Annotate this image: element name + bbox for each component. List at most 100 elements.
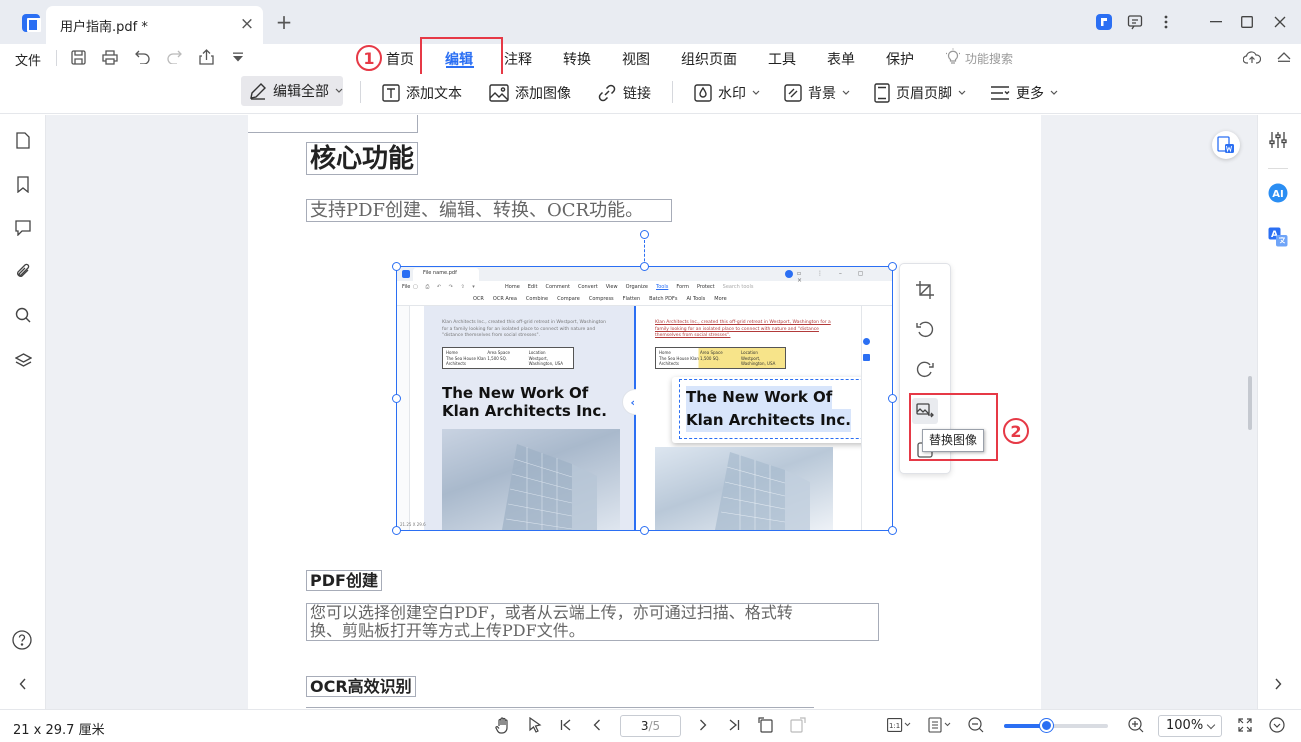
redo-icon[interactable] [165, 48, 183, 66]
rotate-right-icon[interactable] [914, 359, 936, 381]
ocr-heading[interactable]: OCR高效识别 [306, 676, 416, 697]
resize-handle-bottom-right[interactable] [888, 526, 897, 535]
select-tool-icon[interactable] [526, 716, 544, 734]
watermark-button[interactable]: 水印 [694, 82, 760, 104]
zoom-out-icon[interactable] [967, 716, 985, 734]
more-button[interactable]: 更多 [990, 82, 1058, 104]
section-title[interactable]: 核心功能 [306, 142, 419, 175]
maximize-icon[interactable] [1237, 12, 1257, 32]
resize-handle-top-right[interactable] [888, 262, 897, 271]
rotate-handle[interactable] [640, 230, 649, 239]
add-text-button[interactable]: 添加文本 [382, 82, 462, 104]
bookmark-icon[interactable] [13, 174, 33, 194]
section-subtitle[interactable]: 支持PDF创建、编辑、转换、OCR功能。 [306, 199, 672, 222]
collapse-left-icon[interactable] [13, 674, 33, 694]
next-page-icon[interactable] [694, 716, 712, 734]
mini-table-left: Home Area Space Location The Sea House K… [442, 347, 574, 369]
collapse-right-icon[interactable] [1268, 674, 1288, 694]
layers-icon[interactable] [13, 350, 33, 370]
attachment-icon[interactable] [13, 261, 33, 281]
page-number-input[interactable]: 3/5 [620, 715, 681, 737]
last-page-icon[interactable] [725, 716, 743, 734]
selected-image[interactable]: File name.pdf ▫ ⋮ – ▢ × File ▢ ⎙ ↶ ↷ ⇧ ▾… [396, 266, 893, 531]
actual-size-icon[interactable]: 1:1 [886, 716, 912, 734]
rotate-left-icon[interactable] [914, 319, 936, 341]
background-button[interactable]: 背景 [784, 82, 850, 104]
hand-tool-icon[interactable] [494, 716, 512, 734]
resize-handle-top-left[interactable] [392, 262, 401, 271]
building-illustration [502, 444, 597, 530]
pdf-create-paragraph[interactable]: 您可以选择创建空白PDF，或者从云端上传，亦可通过扫描、格式转 换、剪贴板打开等… [306, 603, 879, 641]
tab-comment[interactable]: 注释 [504, 49, 532, 69]
feature-search[interactable]: 功能搜索 [965, 50, 1013, 67]
page-thumbnails-icon[interactable] [13, 130, 33, 150]
text-box-icon [382, 84, 400, 102]
header-footer-button[interactable]: 页眉页脚 [874, 82, 966, 104]
help-icon[interactable] [12, 630, 32, 650]
document-tab[interactable]: 用户指南.pdf * × [46, 6, 263, 44]
more-menu-icon [991, 86, 1010, 100]
pdf-create-heading[interactable]: PDF创建 [306, 570, 382, 591]
tab-organize[interactable]: 组织页面 [681, 49, 737, 69]
tab-tools[interactable]: 工具 [768, 49, 796, 69]
properties-icon[interactable] [1268, 130, 1288, 150]
mini-tool: Compare [557, 296, 580, 302]
add-image-button[interactable]: 添加图像 [489, 82, 571, 104]
resize-handle-bottom[interactable] [640, 526, 649, 535]
previous-page-icon[interactable] [588, 716, 606, 734]
tab-form[interactable]: 表单 [827, 49, 855, 69]
resize-handle-bottom-left[interactable] [392, 526, 401, 535]
search-icon[interactable] [13, 305, 33, 325]
scroll-down-icon[interactable] [1268, 716, 1286, 734]
crop-icon[interactable] [914, 279, 936, 301]
save-icon[interactable] [69, 48, 87, 66]
mini-heading-right: The New Work Of Klan Architects Inc. [686, 386, 851, 432]
ai-assistant-icon[interactable]: AI [1268, 183, 1288, 203]
previous-content-box [248, 115, 418, 133]
fullscreen-icon[interactable] [1236, 716, 1254, 734]
first-page-icon[interactable] [557, 716, 575, 734]
edit-all-button[interactable]: 编辑全部 [241, 76, 343, 106]
collapse-ribbon-icon[interactable] [1275, 48, 1293, 66]
account-logo-icon[interactable] [1094, 12, 1114, 32]
cloud-upload-icon[interactable] [1243, 48, 1261, 66]
mini-paragraph-right: Klan Architects Inc., created this off-g… [655, 320, 831, 338]
resize-handle-right[interactable] [888, 394, 897, 403]
undo-icon[interactable] [133, 48, 151, 66]
tab-convert[interactable]: 转换 [563, 49, 591, 69]
minimize-icon[interactable] [1206, 12, 1226, 32]
tab-home[interactable]: 首页 [386, 49, 414, 69]
tab-view[interactable]: 视图 [622, 49, 650, 69]
fit-page-icon[interactable] [789, 716, 807, 734]
new-tab-button[interactable]: + [274, 12, 294, 32]
building-photo-right [655, 447, 833, 530]
close-window-icon[interactable] [1270, 12, 1290, 32]
customize-dropdown-icon[interactable] [229, 48, 247, 66]
link-button[interactable]: 链接 [597, 82, 651, 104]
zoom-in-icon[interactable] [1127, 716, 1145, 734]
zoom-level-select[interactable]: 100% [1158, 715, 1222, 737]
translate-icon[interactable]: A [1268, 227, 1288, 247]
zoom-slider-thumb[interactable] [1039, 719, 1053, 732]
comment-icon[interactable] [13, 218, 33, 238]
feedback-icon[interactable] [1125, 12, 1145, 32]
mini-page-size: 21.25 X 29.6 [400, 522, 426, 527]
resize-handle-top[interactable] [640, 262, 649, 271]
close-tab-icon[interactable]: × [238, 15, 256, 33]
mini-table-right: Home Area Space Location The Sea House K… [655, 347, 786, 369]
more-options-icon[interactable] [1156, 12, 1176, 32]
convert-to-word-icon[interactable] [1212, 131, 1240, 159]
mini-tool: Flatten [622, 296, 641, 302]
right-sidebar [1257, 115, 1301, 709]
tab-protect[interactable]: 保护 [886, 49, 914, 69]
rotate-page-icon[interactable] [757, 716, 775, 734]
mini-table-cell: 1,500 SQ. [700, 355, 720, 361]
page-layout-icon[interactable] [927, 716, 953, 734]
embedded-app-screenshot: File name.pdf ▫ ⋮ – ▢ × File ▢ ⎙ ↶ ↷ ⇧ ▾… [397, 267, 892, 530]
print-icon[interactable] [101, 48, 119, 66]
file-menu[interactable]: 文件 [15, 50, 41, 69]
share-icon[interactable] [197, 48, 215, 66]
resize-handle-left[interactable] [392, 394, 401, 403]
vertical-scrollbar-thumb[interactable] [1248, 376, 1252, 430]
mini-account-icon [785, 270, 793, 278]
